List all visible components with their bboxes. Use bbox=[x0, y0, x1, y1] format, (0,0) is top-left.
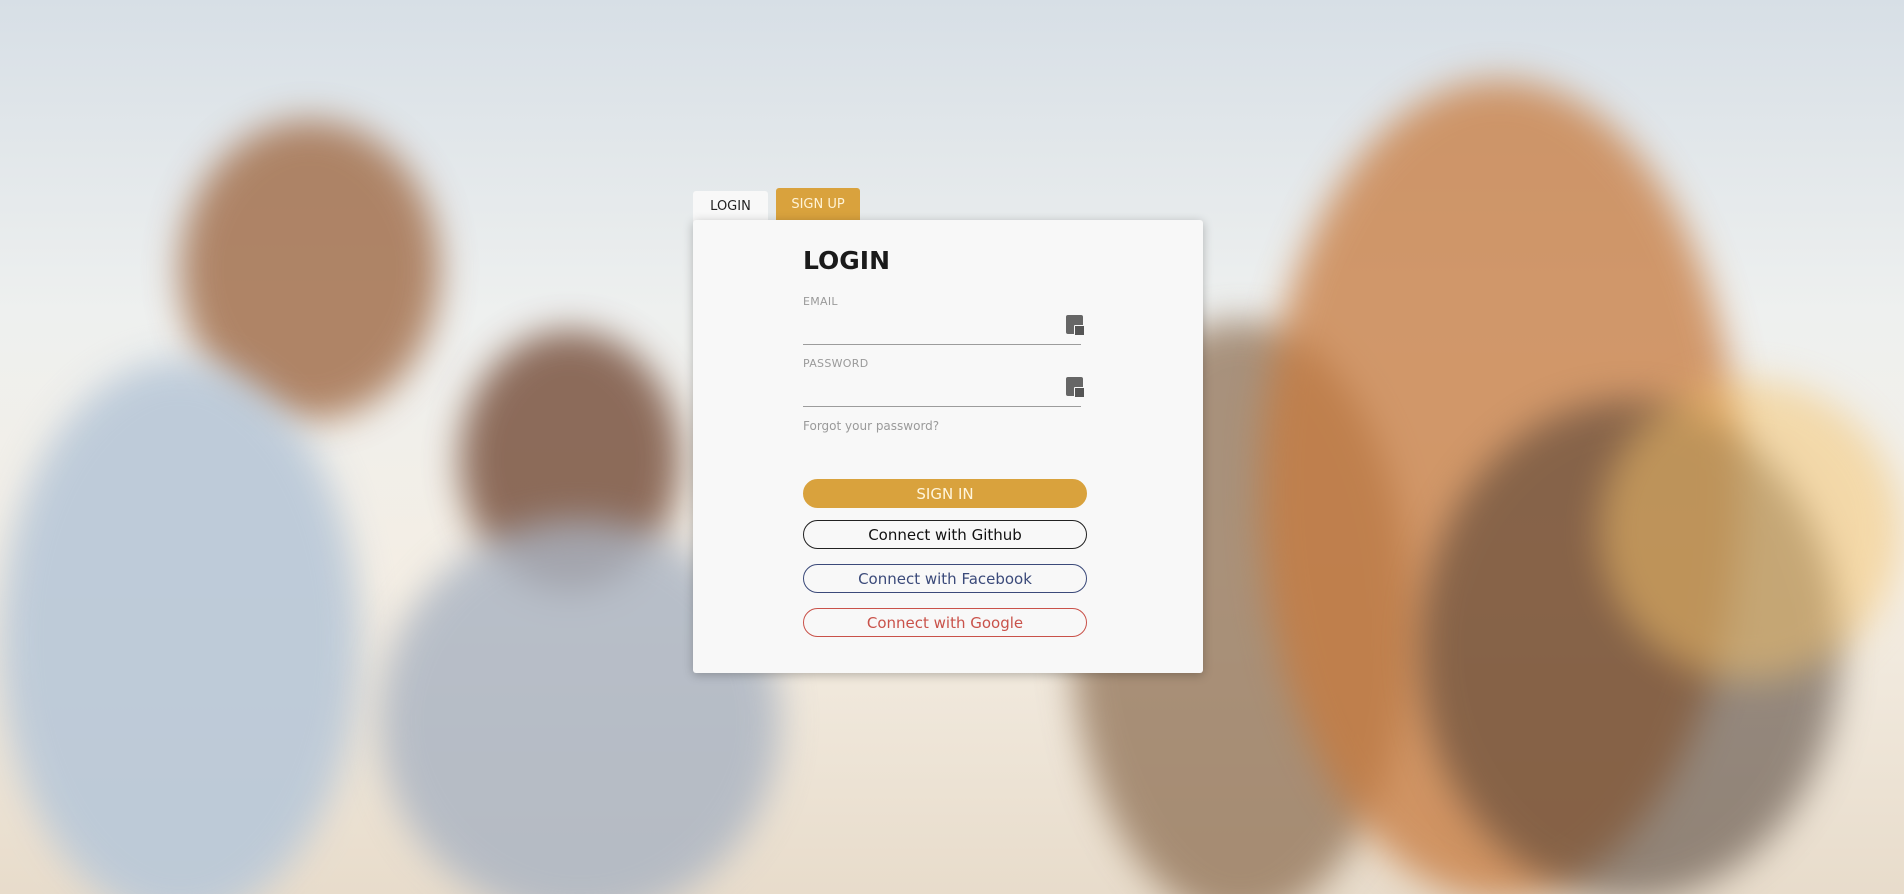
facebook-button[interactable]: Connect with Facebook bbox=[803, 564, 1087, 593]
keyboard-icon[interactable] bbox=[1066, 315, 1085, 336]
login-title: LOGIN bbox=[803, 246, 891, 275]
password-label: PASSWORD bbox=[803, 357, 869, 370]
email-label: EMAIL bbox=[803, 295, 838, 308]
forgot-password-link[interactable]: Forgot your password? bbox=[803, 419, 939, 433]
google-button[interactable]: Connect with Google bbox=[803, 608, 1087, 637]
password-input[interactable] bbox=[803, 376, 1081, 407]
keyboard-icon[interactable] bbox=[1066, 377, 1085, 398]
sign-in-button[interactable]: SIGN IN bbox=[803, 479, 1087, 508]
tab-login[interactable]: LOGIN bbox=[693, 191, 768, 222]
login-card: LOGIN EMAIL PASSWORD Forgot your passwor… bbox=[693, 220, 1203, 673]
email-input[interactable] bbox=[803, 314, 1081, 345]
tab-signup[interactable]: SIGN UP bbox=[776, 188, 860, 220]
github-button[interactable]: Connect with Github bbox=[803, 520, 1087, 549]
